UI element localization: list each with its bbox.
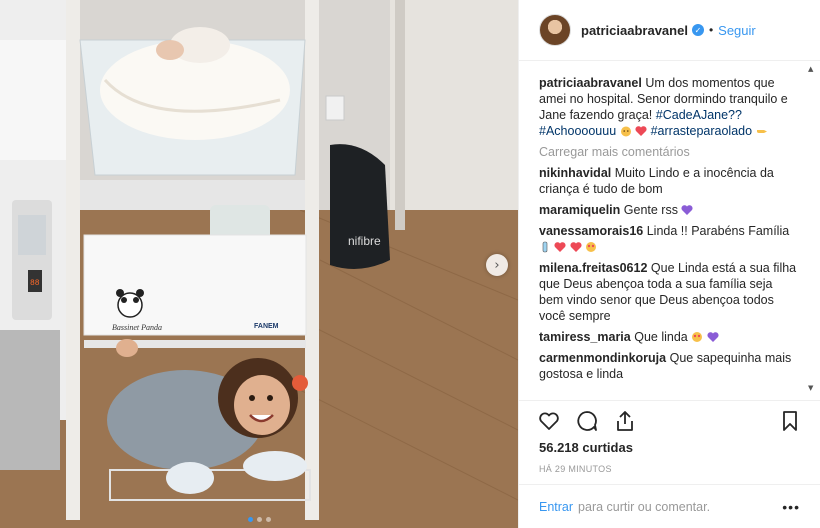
- post-side-panel: patriciaabravanel ✓ • Seguir patriciaabr…: [518, 0, 820, 528]
- fanem-brand: FANEM: [254, 323, 279, 330]
- bassinet-brand: Bassinet Panda: [112, 323, 162, 332]
- comment-item: tamiress_maria Que linda: [539, 329, 800, 345]
- caption-username[interactable]: patriciaabravanel: [539, 76, 642, 90]
- red-heart-icon: [635, 126, 647, 136]
- comment-text: Que linda: [634, 330, 688, 344]
- comment-item: milena.freitas0612 Que Linda está a sua …: [539, 260, 800, 324]
- separator-dot: •: [708, 23, 714, 37]
- comments-list[interactable]: patriciaabravanel Um dos momentos que am…: [519, 61, 820, 398]
- post-dialog: 88 nifibre Bassinet Panda FANEM › patric…: [0, 0, 820, 528]
- carousel-dot: [265, 517, 271, 522]
- more-options-icon[interactable]: •••: [782, 499, 800, 515]
- verified-badge-icon: ✓: [691, 24, 704, 36]
- comment-username[interactable]: carmenmondinkoruja: [539, 351, 666, 365]
- carousel-dot: [256, 517, 262, 522]
- svg-text:88: 88: [30, 279, 40, 288]
- comment-text: Linda !! Parabéns Família: [646, 224, 790, 238]
- cat-face-emoji-icon: [620, 126, 631, 137]
- red-heart-icon: [570, 242, 582, 252]
- comment-username[interactable]: vanessamorais16: [539, 224, 643, 238]
- comment-bubble-icon[interactable]: [575, 409, 599, 433]
- follow-button[interactable]: Seguir: [718, 23, 756, 38]
- purple-heart-icon: [681, 205, 693, 215]
- caption: patriciaabravanel Um dos momentos que am…: [539, 75, 800, 139]
- next-photo-button[interactable]: ›: [486, 254, 508, 276]
- bag-text: nifibre: [348, 234, 381, 248]
- red-heart-icon: [554, 242, 567, 252]
- carousel-dot: [247, 517, 253, 522]
- avatar[interactable]: [539, 14, 571, 46]
- heart-eyes-emoji-icon: [692, 332, 703, 342]
- load-more-comments[interactable]: Carregar mais comentários: [539, 145, 800, 159]
- comment-text: Gente rss: [623, 203, 678, 217]
- chevron-right-icon: ›: [494, 257, 500, 273]
- author-username[interactable]: patriciaabravanel: [581, 23, 688, 38]
- comment-username[interactable]: maramiquelin: [539, 203, 620, 217]
- post-timestamp[interactable]: HÁ 29 MINUTOS: [519, 460, 820, 484]
- login-link[interactable]: Entrar: [539, 500, 573, 514]
- comment-item: maramiquelin Gente rss: [539, 202, 800, 218]
- comment-footer: Entrar para curtir ou comentar. •••: [519, 484, 820, 528]
- baby-bottle-icon: [542, 241, 548, 253]
- share-icon[interactable]: [613, 409, 637, 433]
- bookmark-icon[interactable]: [778, 409, 802, 433]
- pointing-hand-icon: [756, 130, 767, 133]
- post-photo[interactable]: 88 nifibre Bassinet Panda FANEM ›: [0, 0, 518, 528]
- login-prompt-text: para curtir ou comentar.: [578, 499, 711, 514]
- likes-count[interactable]: 56.218 curtidas: [519, 440, 820, 460]
- purple-heart-icon: [707, 332, 719, 342]
- like-heart-icon[interactable]: [537, 409, 561, 433]
- comments-scrollbar[interactable]: ▲ ▼: [808, 65, 816, 392]
- caption-hashtag-2[interactable]: #arrasteparaolado: [651, 124, 752, 138]
- post-header: patriciaabravanel ✓ • Seguir: [519, 0, 820, 61]
- post-actions: [519, 400, 820, 440]
- comment-username[interactable]: tamiress_maria: [539, 330, 631, 344]
- comment-username[interactable]: milena.freitas0612: [539, 261, 647, 275]
- heart-eyes-emoji-icon: [586, 242, 597, 252]
- comment-item: vanessamorais16 Linda !! Parabéns Famíli…: [539, 223, 800, 255]
- carousel-indicator: [0, 517, 518, 522]
- scroll-down-icon[interactable]: ▼: [808, 384, 813, 392]
- comment-item: carmenmondinkoruja Que sapequinha mais g…: [539, 350, 800, 382]
- comment-item: nikinhavidal Muito Lindo e a inocência d…: [539, 165, 800, 197]
- photo-scene: 88 nifibre Bassinet Panda FANEM: [0, 0, 518, 528]
- scroll-up-icon[interactable]: ▲: [808, 65, 813, 73]
- comment-username[interactable]: nikinhavidal: [539, 166, 611, 180]
